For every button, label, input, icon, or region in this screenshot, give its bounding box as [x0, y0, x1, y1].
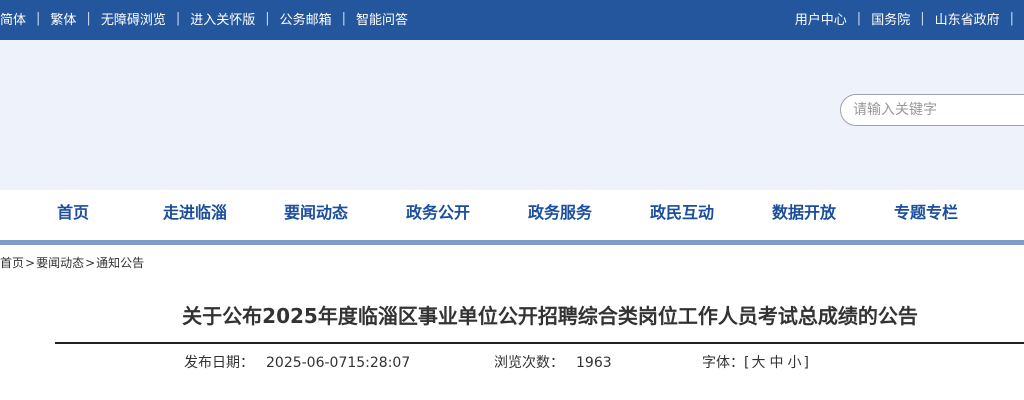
font-size-switcher: 字体：[大中小] [702, 352, 809, 372]
top-bar: 简体 | 繁体 | 无障碍浏览 | 进入关怀版 | 公务邮箱 | 智能问答 用户… [0, 0, 1024, 40]
search-box [840, 94, 1024, 126]
link-official-mail[interactable]: 公务邮箱 [280, 9, 332, 28]
title-divider [55, 342, 1024, 344]
publish-date: 发布日期： 2025-06-0715:28:07 [184, 352, 410, 372]
link-accessibility[interactable]: 无障碍浏览 [101, 9, 166, 28]
page-title: 关于公布2025年度临淄区事业单位公开招聘综合类岗位工作人员考试总成绩的公告 [182, 304, 918, 328]
breadcrumb-separator: > [85, 256, 96, 270]
separator: | [175, 11, 181, 26]
breadcrumb-notices[interactable]: 通知公告 [96, 256, 144, 270]
breadcrumb: 首页>要闻动态>通知公告 [0, 254, 144, 271]
breadcrumb-home[interactable]: 首页 [0, 256, 24, 270]
top-bar-right-links: 用户中心 | 国务院 | 山东省政府 | [795, 0, 1024, 37]
publish-date-label: 发布日期： [184, 355, 254, 371]
main-nav: 首页 走进临淄 要闻动态 政务公开 政务服务 政民互动 数据开放 专题专栏 齐 [0, 190, 1024, 240]
bracket-close: ] [803, 355, 809, 371]
link-user-center[interactable]: 用户中心 [795, 9, 847, 28]
link-smart-qa[interactable]: 智能问答 [356, 9, 408, 28]
view-count-label: 浏览次数： [494, 355, 564, 371]
view-count: 浏览次数： 1963 [494, 352, 612, 372]
separator: | [265, 11, 270, 26]
publish-date-value: 2025-06-0715:28:07 [266, 355, 411, 371]
link-simplified[interactable]: 简体 [0, 9, 26, 28]
breadcrumb-separator: > [25, 256, 36, 270]
separator: | [36, 11, 41, 26]
separator: | [1009, 11, 1014, 26]
nav-item-about-linzi[interactable]: 走进临淄 [134, 190, 256, 240]
nav-item-cut-off[interactable]: 齐 [987, 190, 1024, 240]
separator: | [920, 11, 925, 26]
nav-item-home[interactable]: 首页 [12, 190, 134, 240]
breadcrumb-news[interactable]: 要闻动态 [36, 256, 84, 270]
nav-item-gov-services[interactable]: 政务服务 [499, 190, 621, 240]
link-shandong-gov[interactable]: 山东省政府 [935, 9, 1000, 28]
separator: | [341, 11, 347, 26]
link-state-council[interactable]: 国务院 [871, 9, 910, 28]
separator: | [86, 11, 91, 26]
top-bar-left-links: 简体 | 繁体 | 无障碍浏览 | 进入关怀版 | 公务邮箱 | 智能问答 [0, 0, 408, 37]
header-banner [0, 40, 1024, 190]
font-size-label: 字体： [702, 355, 744, 371]
font-size-medium-button[interactable]: 中 [769, 355, 783, 371]
font-size-small-button[interactable]: 小 [787, 355, 801, 371]
nav-item-special-topics[interactable]: 专题专栏 [865, 190, 987, 240]
view-count-value: 1963 [576, 355, 612, 371]
nav-item-news[interactable]: 要闻动态 [255, 190, 377, 240]
link-traditional[interactable]: 繁体 [50, 9, 76, 28]
nav-underline [0, 240, 1024, 245]
separator: | [856, 11, 862, 26]
font-size-large-button[interactable]: 大 [751, 355, 765, 371]
search-input[interactable] [853, 100, 1023, 120]
link-care-edition[interactable]: 进入关怀版 [190, 9, 255, 28]
nav-item-interaction[interactable]: 政民互动 [621, 190, 743, 240]
nav-item-open-data[interactable]: 数据开放 [743, 190, 865, 240]
nav-item-gov-affairs-open[interactable]: 政务公开 [377, 190, 499, 240]
bracket-open: [ [744, 355, 750, 371]
